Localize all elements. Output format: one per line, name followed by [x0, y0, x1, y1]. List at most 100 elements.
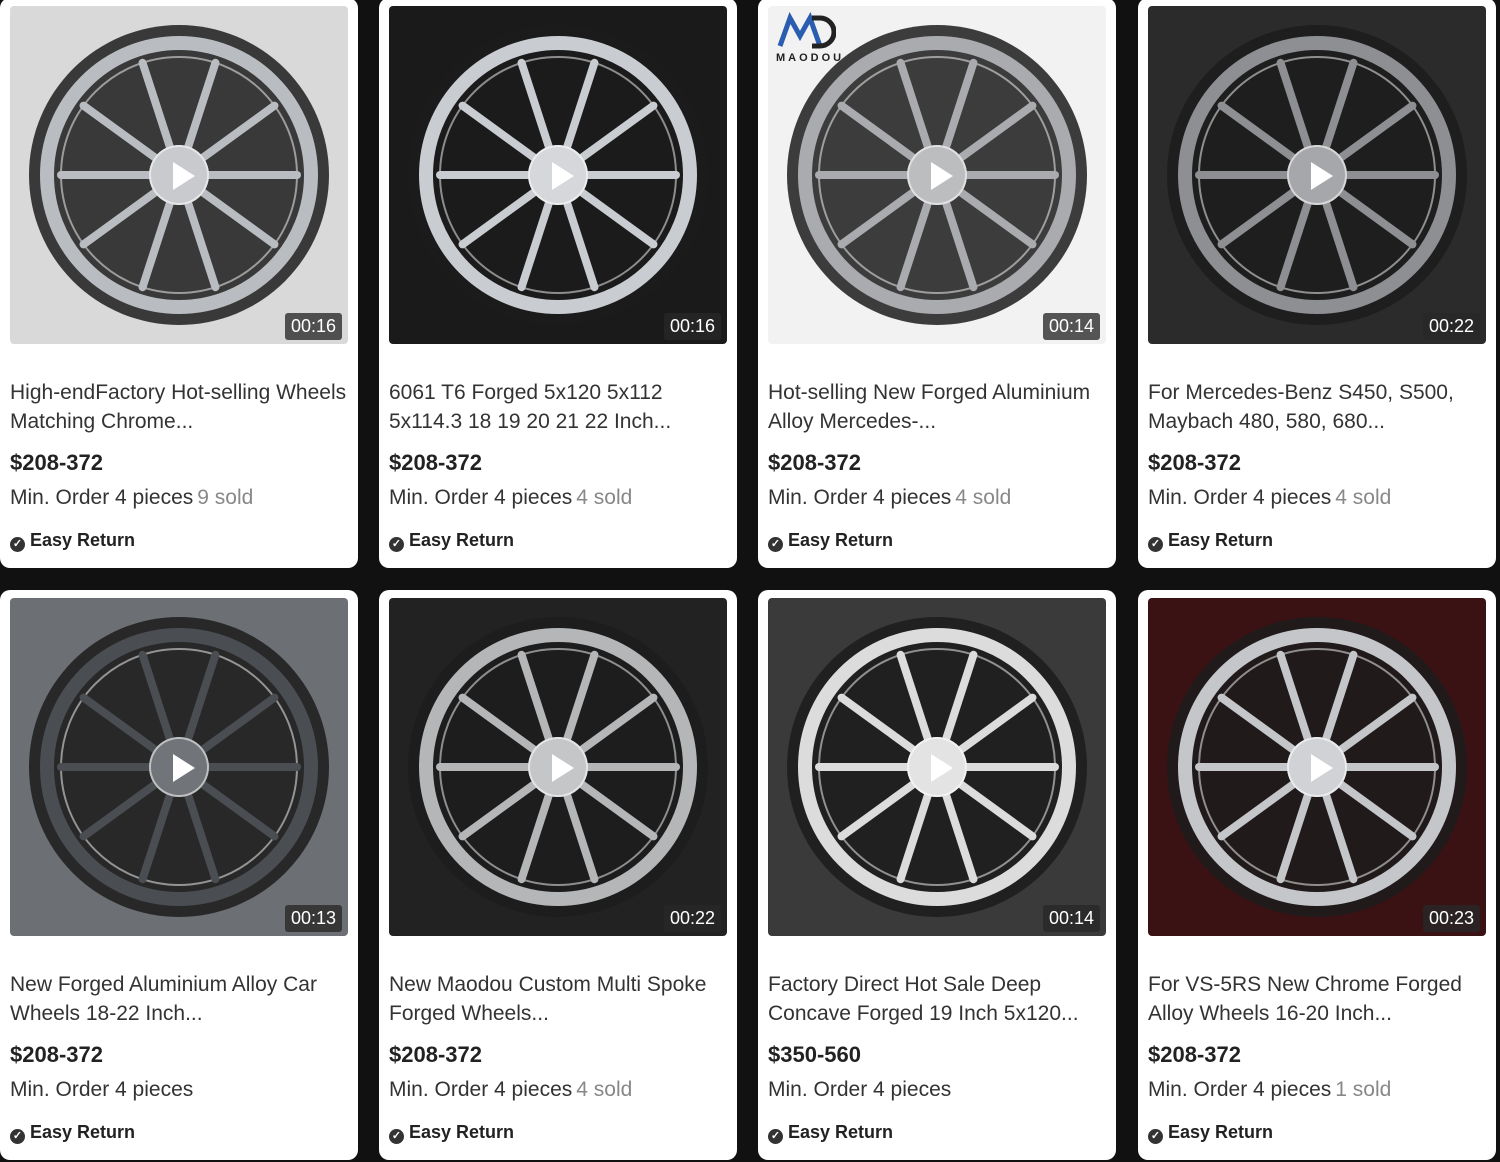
easy-return-label: Easy Return: [30, 1122, 136, 1142]
sold-count: 4 sold: [576, 1078, 633, 1101]
min-order-quantity: 4 pieces: [494, 486, 573, 509]
play-icon[interactable]: [1287, 145, 1347, 205]
easy-return-badge: ✓ Easy Return: [389, 1122, 514, 1144]
product-title[interactable]: For Mercedes-Benz S450, S500, Maybach 48…: [1148, 378, 1488, 436]
product-title[interactable]: New Forged Aluminium Alloy Car Wheels 18…: [10, 970, 350, 1028]
product-video-thumbnail[interactable]: 00:13: [10, 598, 348, 936]
min-order-quantity: 4 pieces: [873, 486, 952, 509]
video-duration: 00:22: [1422, 313, 1480, 340]
product-title[interactable]: High-endFactory Hot-selling Wheels Match…: [10, 378, 350, 436]
product-video-thumbnail[interactable]: 00:22: [1148, 6, 1486, 344]
product-price: $208-372: [10, 450, 103, 475]
min-order: Min. Order 4 pieces 4 sold: [768, 486, 1011, 510]
product-video-thumbnail[interactable]: 00:14: [768, 598, 1106, 936]
product-price: $208-372: [10, 1042, 103, 1067]
check-badge-icon: ✓: [10, 537, 25, 552]
product-title[interactable]: Factory Direct Hot Sale Deep Concave For…: [768, 970, 1108, 1028]
easy-return-badge: ✓ Easy Return: [10, 1122, 135, 1144]
min-order-label: Min. Order: [10, 1078, 116, 1101]
play-icon[interactable]: [907, 737, 967, 797]
check-badge-icon: ✓: [768, 1129, 783, 1144]
sold-count: 4 sold: [955, 486, 1012, 509]
product-card[interactable]: 00:22 For Mercedes-Benz S450, S500, Mayba…: [1138, 0, 1496, 568]
product-price: $208-372: [768, 450, 861, 475]
min-order: Min. Order 4 pieces 9 sold: [10, 486, 253, 510]
product-price: $208-372: [1148, 1042, 1241, 1067]
product-price: $350-560: [768, 1042, 861, 1067]
video-duration: 00:16: [284, 313, 342, 340]
product-price: $208-372: [389, 1042, 482, 1067]
min-order: Min. Order 4 pieces: [768, 1078, 951, 1102]
min-order-label: Min. Order: [10, 486, 116, 509]
brand-logo: MAODOU: [776, 11, 856, 64]
min-order-quantity: 4 pieces: [115, 1078, 194, 1101]
easy-return-label: Easy Return: [409, 530, 515, 550]
check-badge-icon: ✓: [1148, 1129, 1163, 1144]
check-badge-icon: ✓: [1148, 537, 1163, 552]
min-order-label: Min. Order: [1148, 1078, 1254, 1101]
product-video-thumbnail[interactable]: MAODOU 00:14: [768, 6, 1106, 344]
check-badge-icon: ✓: [768, 537, 783, 552]
product-price: $208-372: [389, 450, 482, 475]
easy-return-badge: ✓ Easy Return: [1148, 530, 1273, 552]
play-icon[interactable]: [149, 737, 209, 797]
product-card[interactable]: 00:23 For VS-5RS New Chrome Forged Alloy …: [1138, 590, 1496, 1160]
easy-return-label: Easy Return: [30, 530, 136, 550]
min-order: Min. Order 4 pieces: [10, 1078, 193, 1102]
play-icon[interactable]: [1287, 737, 1347, 797]
sold-count: 9 sold: [197, 486, 254, 509]
min-order: Min. Order 4 pieces 4 sold: [1148, 486, 1391, 510]
sold-count: 4 sold: [576, 486, 633, 509]
play-icon[interactable]: [528, 737, 588, 797]
min-order: Min. Order 4 pieces 1 sold: [1148, 1078, 1391, 1102]
easy-return-badge: ✓ Easy Return: [389, 530, 514, 552]
product-card[interactable]: 00:22 New Maodou Custom Multi Spoke Forge…: [379, 590, 737, 1160]
easy-return-label: Easy Return: [1168, 530, 1274, 550]
product-video-thumbnail[interactable]: 00:22: [389, 598, 727, 936]
easy-return-label: Easy Return: [1168, 1122, 1274, 1142]
product-title[interactable]: New Maodou Custom Multi Spoke Forged Whe…: [389, 970, 729, 1028]
play-icon[interactable]: [907, 145, 967, 205]
min-order: Min. Order 4 pieces 4 sold: [389, 1078, 632, 1102]
product-video-thumbnail[interactable]: 00:16: [389, 6, 727, 344]
video-duration: 00:13: [284, 905, 342, 932]
product-title[interactable]: Hot-selling New Forged Aluminium Alloy M…: [768, 378, 1108, 436]
easy-return-badge: ✓ Easy Return: [10, 530, 135, 552]
product-card[interactable]: MAODOU 00:14 Hot-selling New Forged Alumin…: [758, 0, 1116, 568]
min-order-label: Min. Order: [768, 1078, 874, 1101]
easy-return-label: Easy Return: [788, 530, 894, 550]
easy-return-badge: ✓ Easy Return: [1148, 1122, 1273, 1144]
product-card[interactable]: 00:16 High-endFactory Hot-selling Wheels …: [0, 0, 358, 568]
min-order-label: Min. Order: [1148, 486, 1254, 509]
min-order-label: Min. Order: [389, 1078, 495, 1101]
video-duration: 00:16: [663, 313, 721, 340]
min-order-quantity: 4 pieces: [494, 1078, 573, 1101]
min-order-label: Min. Order: [768, 486, 874, 509]
video-duration: 00:14: [1042, 313, 1100, 340]
product-title[interactable]: 6061 T6 Forged 5x120 5x112 5x114.3 18 19…: [389, 378, 729, 436]
product-price: $208-372: [1148, 450, 1241, 475]
product-card[interactable]: 00:16 6061 T6 Forged 5x120 5x112 5x114.3 …: [379, 0, 737, 568]
video-duration: 00:14: [1042, 905, 1100, 932]
product-card[interactable]: 00:13 New Forged Aluminium Alloy Car Whee…: [0, 590, 358, 1160]
min-order-quantity: 4 pieces: [873, 1078, 952, 1101]
min-order: Min. Order 4 pieces 4 sold: [389, 486, 632, 510]
product-card[interactable]: 00:14 Factory Direct Hot Sale Deep Concav…: [758, 590, 1116, 1160]
play-icon[interactable]: [149, 145, 209, 205]
product-grid: 00:16 High-endFactory Hot-selling Wheels …: [0, 0, 1500, 1162]
sold-count: 4 sold: [1335, 486, 1392, 509]
video-duration: 00:23: [1422, 905, 1480, 932]
min-order-label: Min. Order: [389, 486, 495, 509]
product-video-thumbnail[interactable]: 00:16: [10, 6, 348, 344]
check-badge-icon: ✓: [389, 1129, 404, 1144]
product-title[interactable]: For VS-5RS New Chrome Forged Alloy Wheel…: [1148, 970, 1488, 1028]
min-order-quantity: 4 pieces: [115, 486, 194, 509]
sold-count: 1 sold: [1335, 1078, 1392, 1101]
easy-return-badge: ✓ Easy Return: [768, 530, 893, 552]
play-icon[interactable]: [528, 145, 588, 205]
easy-return-label: Easy Return: [788, 1122, 894, 1142]
product-video-thumbnail[interactable]: 00:23: [1148, 598, 1486, 936]
video-duration: 00:22: [663, 905, 721, 932]
easy-return-label: Easy Return: [409, 1122, 515, 1142]
easy-return-badge: ✓ Easy Return: [768, 1122, 893, 1144]
